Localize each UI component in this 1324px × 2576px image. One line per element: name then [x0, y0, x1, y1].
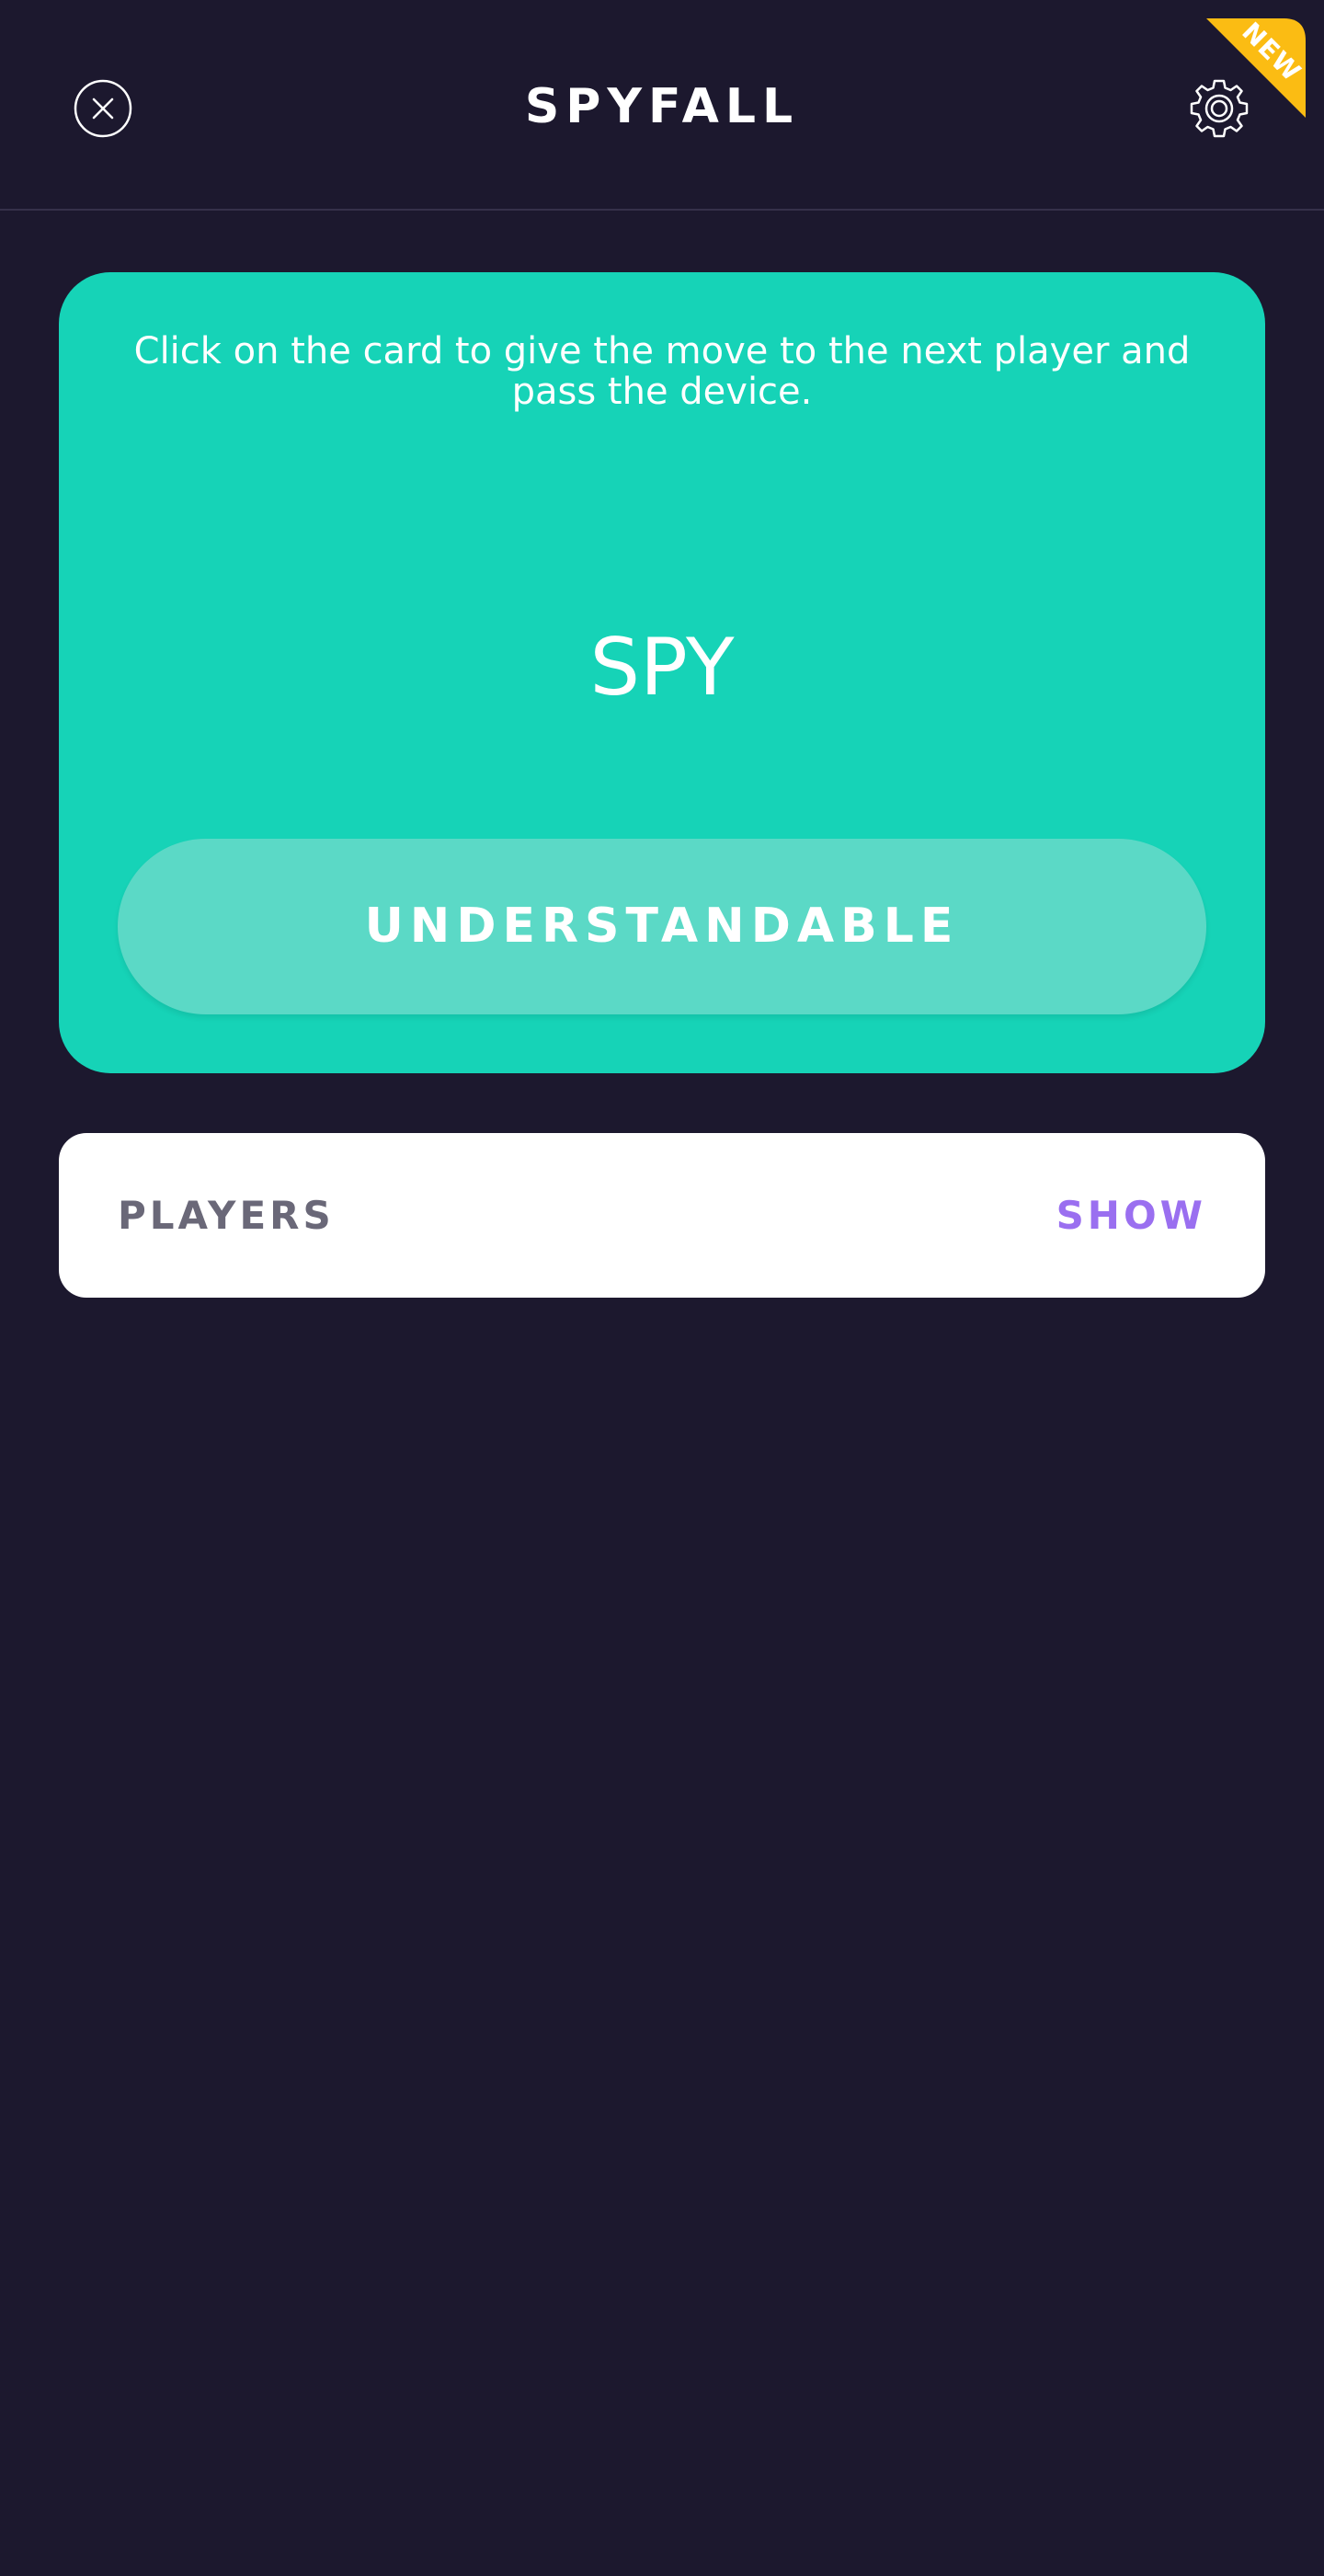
- page-title: SPYFALL: [524, 79, 800, 134]
- show-players-button[interactable]: SHOW: [1056, 1133, 1206, 1298]
- understandable-button[interactable]: UNDERSTANDABLE: [118, 839, 1206, 1014]
- card-instruction: Click on the card to give the move to th…: [133, 330, 1191, 413]
- role-name: SPY: [589, 622, 735, 714]
- players-panel: PLAYERS SHOW: [59, 1133, 1265, 1298]
- gear-icon: [1190, 79, 1249, 138]
- settings-button[interactable]: [1186, 75, 1252, 142]
- players-label: PLAYERS: [118, 1193, 335, 1238]
- role-card[interactable]: Click on the card to give the move to th…: [59, 272, 1265, 1073]
- header-bar: SPYFALL NEW: [0, 0, 1324, 211]
